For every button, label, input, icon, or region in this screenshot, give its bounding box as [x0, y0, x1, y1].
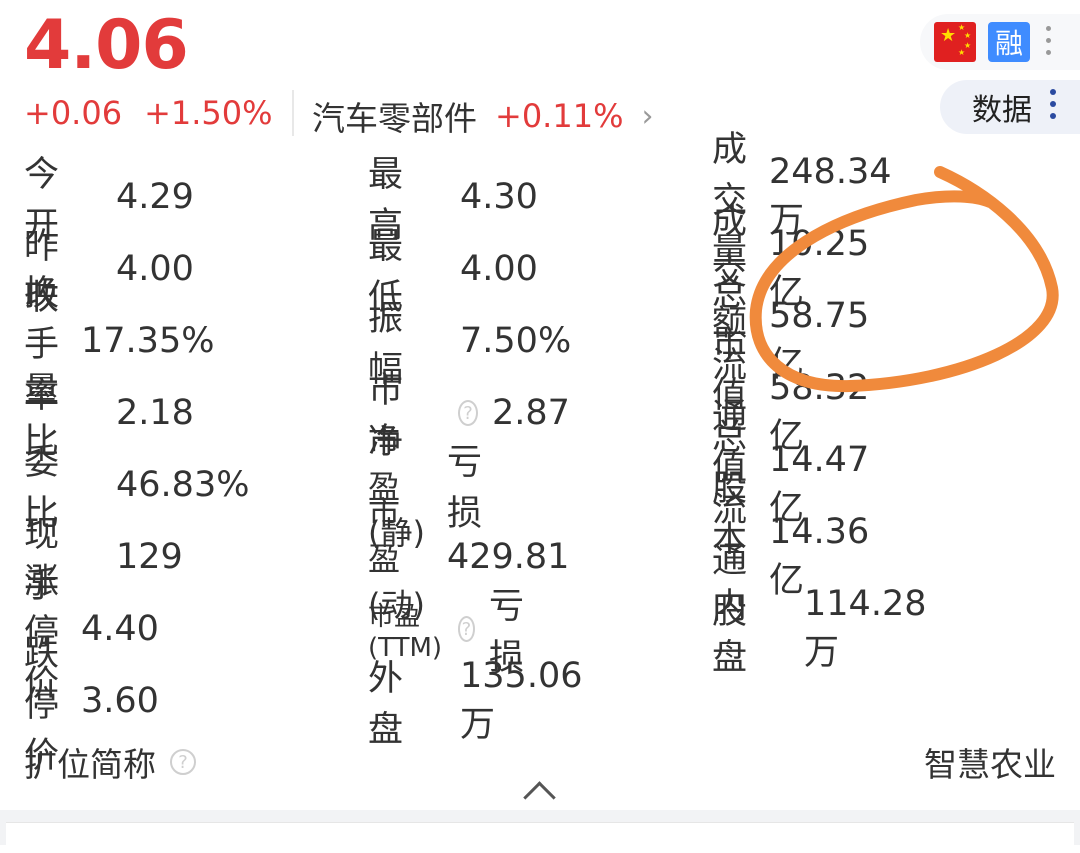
more-vertical-icon[interactable]: [1046, 26, 1054, 60]
stat-low: 最 低 4.00: [368, 227, 538, 318]
stat-inner-volume: 内 盘 114.28万: [712, 584, 926, 679]
help-circle-icon[interactable]: ?: [458, 400, 479, 426]
short-name-row: 扩位简称 ?: [24, 738, 196, 786]
china-flag-icon[interactable]: ★ ★ ★ ★ ★: [934, 22, 976, 62]
data-button-label: 数据: [972, 93, 1032, 128]
stat-value: 46.83%: [116, 465, 250, 505]
data-button[interactable]: 数据: [940, 80, 1080, 134]
stat-value: 135.06万: [460, 655, 583, 745]
sector-link[interactable]: 汽车零部件 +0.11% ›: [312, 92, 653, 140]
stat-label: 外 盘: [368, 659, 439, 750]
stat-open: 今 开 4.29: [24, 155, 194, 246]
stat-pe-dynamic: 市盈(动) 429.81: [368, 494, 570, 624]
sector-name: 汽车零部件: [312, 99, 477, 138]
price-change-row: +0.06 +1.50%: [24, 94, 273, 132]
price-change: +0.06: [24, 94, 123, 132]
stat-value: 亏损: [446, 443, 482, 534]
stat-value: 429.81: [446, 537, 570, 577]
bottom-card: [6, 822, 1074, 853]
short-name-value: 智慧农业: [924, 745, 1056, 784]
chevron-right-icon: ›: [641, 98, 654, 134]
stat-value: 2.18: [116, 393, 194, 433]
divider: [292, 90, 294, 136]
stat-label: 内 盘: [712, 587, 783, 678]
rong-margin-icon[interactable]: 融: [988, 22, 1030, 62]
short-name-label: 扩位简称: [24, 745, 156, 784]
stat-volume-ratio: 量 比 2.18: [24, 371, 194, 462]
stat-value: 3.60: [81, 681, 159, 721]
stat-value: 4.40: [81, 609, 159, 649]
price-change-pct: +1.50%: [144, 94, 273, 132]
stat-outer-volume: 外 盘 135.06万: [368, 656, 582, 751]
stat-order-ratio: 委 比 46.83%: [24, 443, 250, 534]
stat-turnover: 换手率 17.35%: [24, 274, 215, 416]
help-circle-icon[interactable]: ?: [457, 616, 475, 642]
sector-change-pct: +0.11%: [495, 97, 624, 135]
stat-value: 7.50%: [460, 321, 572, 361]
help-circle-icon[interactable]: ?: [170, 749, 196, 775]
stat-pe-ttm: 市盈(TTM)? 亏损: [368, 587, 531, 678]
stat-amplitude: 振 幅 7.50%: [368, 299, 572, 390]
stat-limit-down: 跌停价 3.60: [24, 634, 159, 776]
chevron-up-icon[interactable]: [523, 781, 556, 814]
stat-value: 4.30: [460, 177, 538, 217]
stat-float-shares: 流通股 14.36亿: [712, 490, 869, 632]
stat-value: 4.00: [116, 249, 194, 289]
stat-high: 最 高 4.30: [368, 155, 538, 246]
stat-value: 4.00: [460, 249, 538, 289]
stat-value: 114.28万: [804, 583, 927, 673]
stat-value: 129: [116, 537, 183, 577]
stat-value: 17.35%: [81, 321, 215, 361]
stat-value: 2.87: [492, 393, 570, 433]
more-vertical-icon: [1050, 89, 1056, 125]
current-price: 4.06: [24, 6, 189, 85]
stat-value: 4.29: [116, 177, 194, 217]
